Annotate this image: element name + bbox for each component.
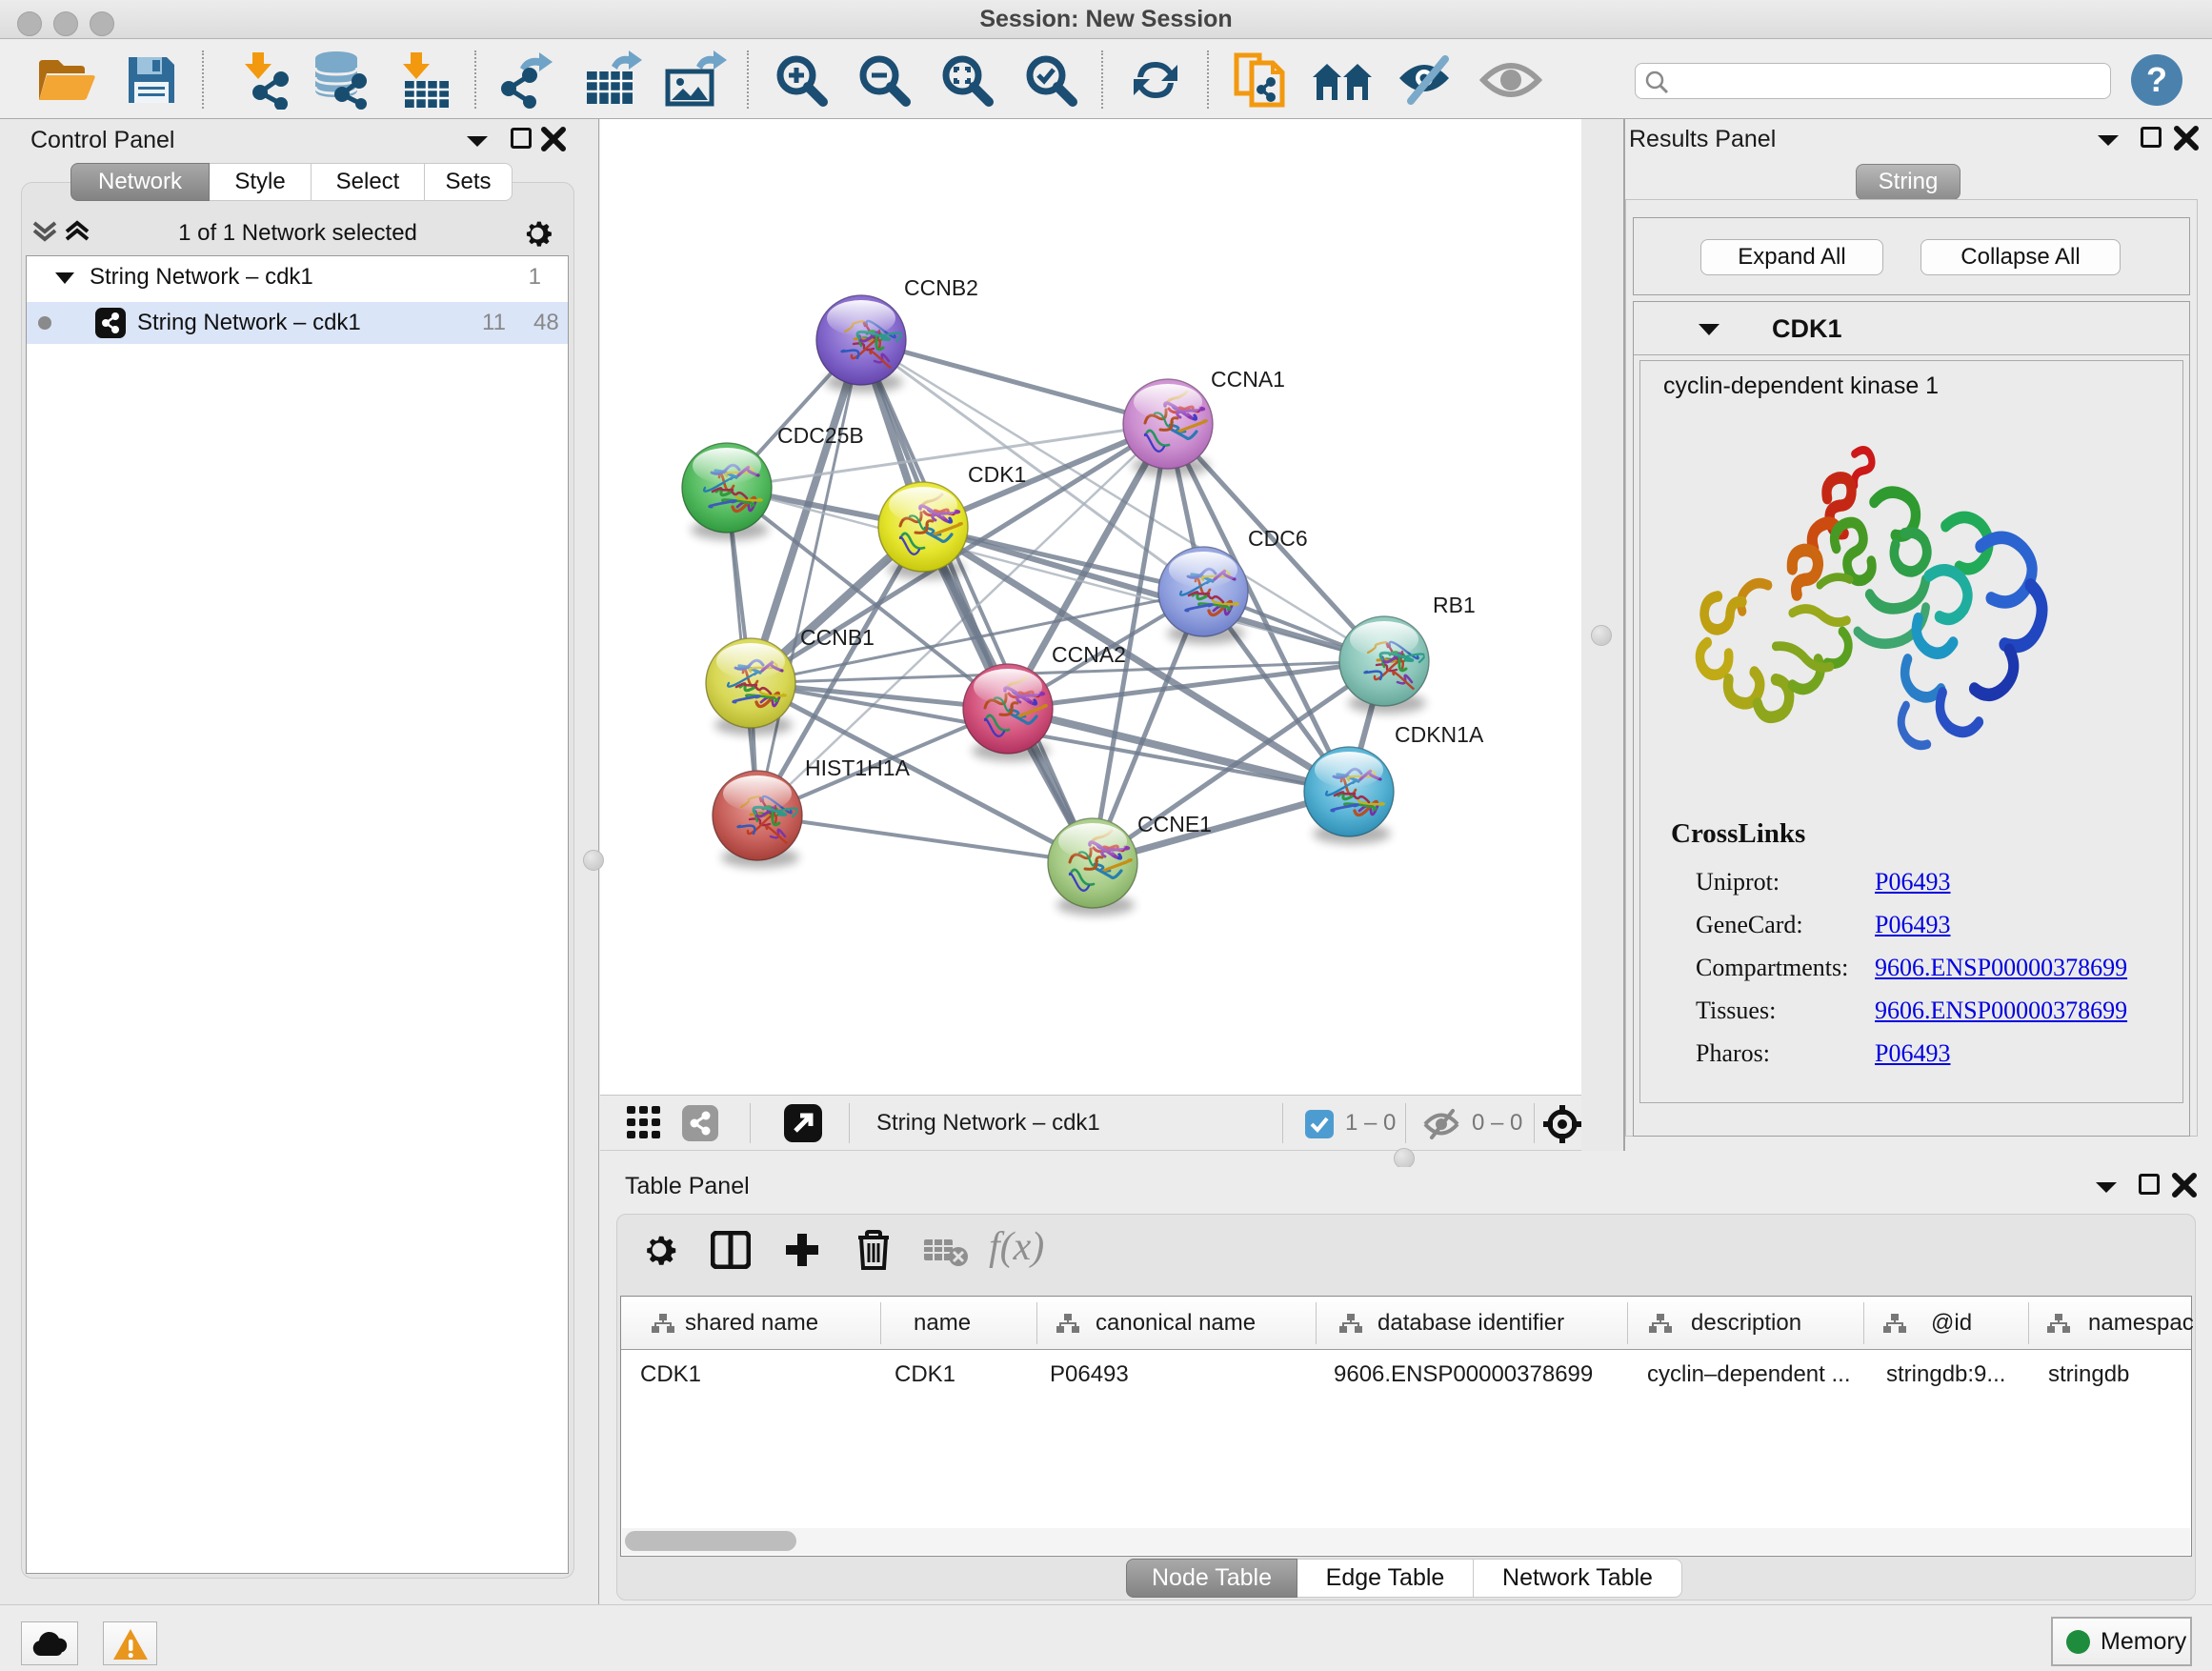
svg-text:CCNA2: CCNA2 (1052, 642, 1126, 667)
svg-text:CDKN1A: CDKN1A (1395, 722, 1484, 747)
svg-text:CDC25B: CDC25B (777, 423, 864, 448)
svg-text:CCNA1: CCNA1 (1211, 367, 1285, 392)
svg-text:HIST1H1A: HIST1H1A (805, 755, 911, 780)
svg-text:?: ? (2146, 60, 2167, 99)
svg-text:CDK1: CDK1 (968, 462, 1026, 487)
svg-text:CCNB2: CCNB2 (904, 275, 978, 300)
svg-text:CCNE1: CCNE1 (1137, 812, 1212, 836)
svg-text:CDC6: CDC6 (1248, 526, 1308, 551)
svg-text:RB1: RB1 (1433, 593, 1476, 617)
svg-text:CCNB1: CCNB1 (800, 625, 875, 650)
